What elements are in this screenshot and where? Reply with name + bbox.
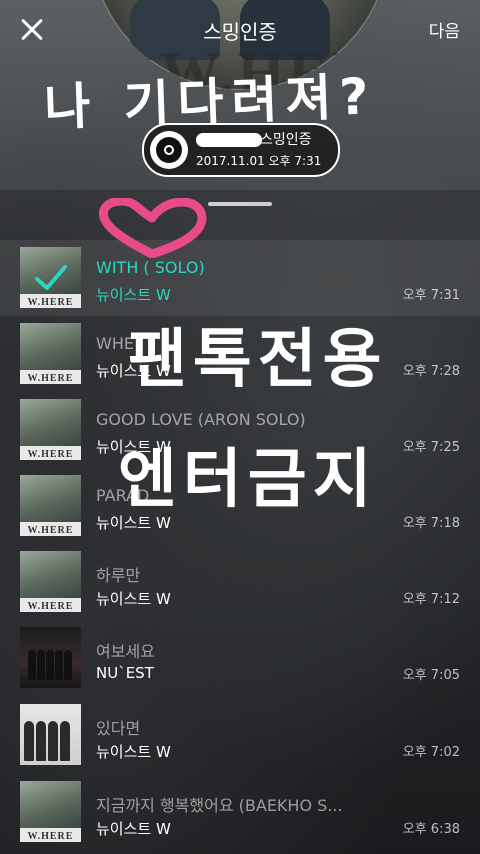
drag-handle[interactable] [208,202,272,206]
album-thumbnail: W.HERE [20,551,81,612]
track-time: 오후 7:28 [402,364,460,379]
thumbnail-text: W.HERE [27,525,74,536]
thumbnail-text: W.HERE [27,601,74,612]
track-artist: 뉴이스트 W [96,286,171,304]
track-artist: NU`EST [96,664,154,682]
next-button[interactable]: 다음 [429,17,460,42]
track-row[interactable]: W.HERE 지금까지 행복했어요 (BAEKHO S... 뉴이스트 W 오후 6:… [0,774,480,850]
track-artist: 뉴이스트 W [96,820,171,838]
streaming-badge: 스밍인증 2017.11.01 오후 7:31 [142,123,340,177]
track-row[interactable]: W.HERE 하루만뉴이스트 W 오후 7:12 [0,544,480,620]
album-thumbnail: W.HERE [20,781,81,842]
thumbnail-text: W.HERE [27,449,74,460]
check-icon [35,265,67,290]
redaction-mark [196,133,262,147]
track-time: 오후 6:38 [402,822,460,837]
track-row[interactable]: 여보세요 NU`EST 오후 7:05 [0,620,480,696]
track-time: 오후 7:12 [402,592,460,607]
album-thumbnail: W.HERE [20,323,81,384]
thumbnail-text: W.HERE [27,373,74,384]
track-title: 있다면 [96,719,141,738]
badge-label: 스밍인증 [260,132,312,148]
track-title: 지금까지 행복했어요 (BAEKHO S... [96,796,343,815]
track-title: GOOD LOVE (ARON SOLO) [96,410,306,429]
handwritten-overlay-line1: 팬톡전용 [128,323,388,397]
disc-icon [150,131,188,169]
track-time: 오후 7:31 [402,288,460,303]
track-row[interactable]: 있다면뉴이스트 W 오후 7:02 [0,697,480,773]
header: W.HERE 스밍인증 다음 나 기다려져? 스밍인증 2017.11.01 오… [0,0,480,190]
track-time: 오후 7:25 [402,440,460,455]
album-thumbnail: W.HERE [20,475,81,536]
album-thumbnail: W.HERE [20,399,81,460]
track-time: 오후 7:05 [402,668,460,683]
album-thumbnail: W.HERE [20,247,81,308]
album-thumbnail [20,704,81,765]
track-row[interactable]: W.HERE WITH ( SOLO) 뉴이스트 W 오후 7:31 [0,240,480,316]
album-thumbnail [20,627,81,688]
thumbnail-text: W.HERE [27,831,74,842]
track-title: 여보세요 [96,642,155,661]
page-title: 스밍인증 [203,20,277,44]
heart-icon [98,198,207,258]
handwritten-overlay-line2: 엔터금지 [118,443,378,517]
track-artist: 뉴이스트 W [96,590,171,608]
track-title: 하루만 [96,566,141,585]
badge-date: 2017.11.01 오후 7:31 [196,154,322,168]
track-time: 오후 7:18 [402,516,460,531]
track-artist: 뉴이스트 W [96,743,171,761]
track-title: WITH ( SOLO) [96,258,205,277]
thumbnail-text: W.HERE [27,297,74,308]
track-time: 오후 7:02 [402,745,460,760]
